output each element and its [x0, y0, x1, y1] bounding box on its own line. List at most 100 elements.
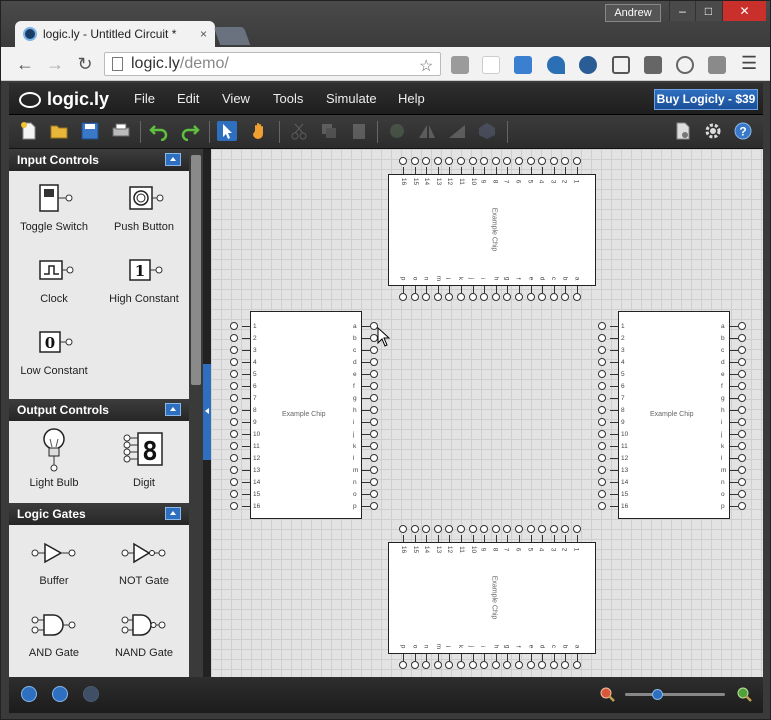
output-pin-n[interactable]: [422, 661, 431, 669]
redo-icon[interactable]: [180, 121, 200, 142]
output-pin-h[interactable]: [370, 406, 378, 414]
input-pin-9[interactable]: [230, 418, 238, 426]
section-logic-gates[interactable]: Logic Gates: [9, 503, 189, 525]
input-pin-13[interactable]: [433, 157, 442, 165]
menu-edit[interactable]: Edit: [177, 91, 199, 106]
input-pin-10[interactable]: [598, 430, 606, 438]
input-pin-7[interactable]: [503, 525, 512, 533]
browser-tab[interactable]: logic.ly - Untitled Circuit * ×: [15, 21, 215, 47]
output-pin-m[interactable]: [433, 293, 442, 301]
output-pin-g[interactable]: [503, 293, 512, 301]
output-pin-h[interactable]: [738, 406, 746, 414]
input-pin-5[interactable]: [598, 370, 606, 378]
paste-icon[interactable]: [349, 121, 369, 141]
amazon-extension-icon[interactable]: [482, 56, 500, 74]
output-pin-a[interactable]: [573, 661, 581, 669]
input-pin-9[interactable]: [480, 525, 489, 533]
input-pin-8[interactable]: [598, 406, 606, 414]
rotate-icon[interactable]: [387, 121, 407, 141]
output-pin-l[interactable]: [445, 661, 454, 669]
output-pin-p[interactable]: [738, 502, 746, 510]
input-pin-2[interactable]: [561, 525, 570, 533]
input-pin-15[interactable]: [410, 157, 419, 165]
output-pin-o[interactable]: [738, 490, 746, 498]
output-pin-k[interactable]: [738, 442, 746, 450]
undo-icon[interactable]: [149, 121, 169, 142]
input-pin-11[interactable]: [457, 157, 465, 165]
input-pin-8[interactable]: [491, 157, 500, 165]
circuit-canvas[interactable]: Example Chip 16 p 15 o 14 n 13 m 12 l 11 k 10 j 9 i 8 h 7 g 6…: [211, 149, 763, 677]
minimize-button[interactable]: –: [669, 1, 695, 21]
palette-scrollbar[interactable]: [189, 149, 203, 677]
output-pin-h[interactable]: [491, 661, 500, 669]
extension-3-icon[interactable]: [514, 56, 532, 74]
input-pin-7[interactable]: [598, 394, 606, 402]
input-pin-3[interactable]: [549, 525, 558, 533]
bookmark-star-icon[interactable]: ☆: [419, 56, 433, 76]
cloud-extension-icon[interactable]: [579, 56, 597, 74]
output-pin-j[interactable]: [370, 430, 378, 438]
flip-vertical-icon[interactable]: [447, 121, 467, 141]
output-pin-j[interactable]: [468, 661, 477, 669]
output-pin-j[interactable]: [468, 293, 477, 301]
input-pin-6[interactable]: [230, 382, 238, 390]
input-pin-14[interactable]: [598, 478, 606, 486]
input-pin-15[interactable]: [598, 490, 606, 498]
palette-item-light-bulb[interactable]: Light Bulb: [9, 421, 99, 503]
pan-hand-icon[interactable]: [249, 121, 269, 141]
input-pin-6[interactable]: [515, 157, 523, 165]
extension-7-icon[interactable]: [644, 56, 662, 74]
palette-item-clock[interactable]: Clock: [9, 249, 99, 321]
output-pin-l[interactable]: [370, 454, 378, 462]
input-pin-3[interactable]: [598, 346, 606, 354]
scrollbar-thumb[interactable]: [191, 155, 201, 385]
buy-button[interactable]: Buy Logicly - $39: [654, 89, 758, 110]
output-pin-n[interactable]: [738, 478, 746, 486]
output-pin-g[interactable]: [370, 394, 378, 402]
output-pin-g[interactable]: [503, 661, 512, 669]
input-pin-11[interactable]: [457, 525, 465, 533]
output-pin-f[interactable]: [515, 293, 523, 301]
zoom-out-icon[interactable]: [599, 686, 615, 702]
input-pin-3[interactable]: [549, 157, 558, 165]
output-pin-i[interactable]: [480, 293, 489, 301]
output-pin-m[interactable]: [433, 661, 442, 669]
input-pin-12[interactable]: [598, 454, 606, 462]
input-pin-4[interactable]: [538, 525, 547, 533]
input-pin-16[interactable]: [598, 502, 606, 510]
input-pin-16[interactable]: [230, 502, 238, 510]
output-pin-l[interactable]: [738, 454, 746, 462]
output-pin-k[interactable]: [370, 442, 378, 450]
input-pin-14[interactable]: [422, 525, 431, 533]
zoom-slider[interactable]: [625, 693, 725, 696]
input-pin-9[interactable]: [598, 418, 606, 426]
input-pin-9[interactable]: [480, 157, 489, 165]
input-pin-1[interactable]: [230, 322, 238, 330]
output-pin-c[interactable]: [738, 346, 746, 354]
cast-icon[interactable]: [612, 56, 630, 74]
input-pin-11[interactable]: [230, 442, 238, 450]
palette-item-and-gate[interactable]: AND Gate: [9, 603, 99, 675]
menu-tools[interactable]: Tools: [273, 91, 303, 106]
maximize-button[interactable]: □: [695, 1, 721, 21]
group-icon[interactable]: [477, 121, 497, 141]
input-pin-13[interactable]: [433, 525, 442, 533]
input-pin-11[interactable]: [598, 442, 606, 450]
extension-4-icon[interactable]: [547, 56, 565, 74]
output-pin-k[interactable]: [457, 293, 465, 301]
new-file-icon[interactable]: [19, 121, 39, 141]
output-pin-e[interactable]: [370, 370, 378, 378]
browser-menu-icon[interactable]: ☰: [741, 53, 757, 74]
back-arrow-icon[interactable]: ←: [15, 54, 35, 74]
palette-item-toggle-switch[interactable]: Toggle Switch: [9, 177, 99, 249]
collapse-arrow-icon[interactable]: [165, 507, 181, 520]
output-pin-c[interactable]: [370, 346, 378, 354]
output-pin-h[interactable]: [491, 293, 500, 301]
input-pin-16[interactable]: [399, 525, 407, 533]
extension-1-icon[interactable]: [451, 56, 469, 74]
input-pin-8[interactable]: [491, 525, 500, 533]
collapse-panel-handle[interactable]: [203, 364, 211, 460]
section-output-controls[interactable]: Output Controls: [9, 399, 189, 421]
output-pin-d[interactable]: [370, 358, 378, 366]
panel-splitter[interactable]: [203, 149, 211, 677]
